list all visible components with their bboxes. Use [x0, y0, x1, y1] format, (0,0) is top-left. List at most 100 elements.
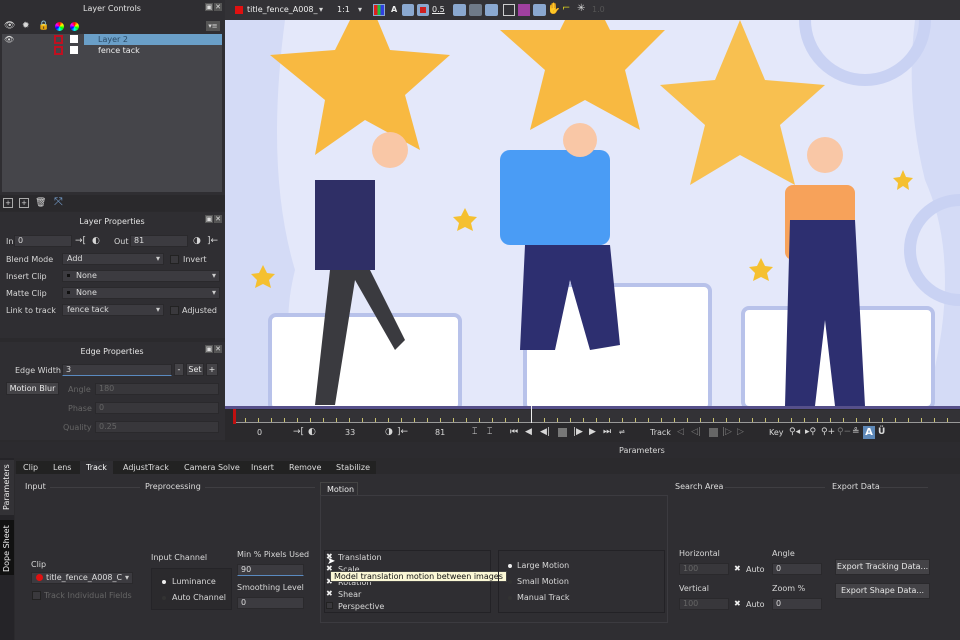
bounding-box-icon[interactable] [503, 4, 515, 16]
tab-clip[interactable]: Clip [17, 461, 45, 474]
matte-clip-select[interactable]: None [62, 287, 220, 299]
go-to-in-icon[interactable]: →[ [293, 427, 304, 437]
overlay-icon[interactable] [402, 4, 414, 16]
viewer-canvas[interactable] [225, 20, 960, 406]
play-forward-icon[interactable]: ▶ [589, 427, 596, 437]
remove-key-icon[interactable]: ⚲− [837, 427, 851, 437]
layer-menu-icon[interactable]: ▾≡ [206, 21, 220, 31]
compare-icon[interactable] [469, 4, 482, 16]
small-motion-radio[interactable] [508, 580, 512, 584]
chevron-down-icon[interactable]: ▾ [319, 5, 323, 15]
timeline-start-marker[interactable] [233, 409, 236, 424]
step-back-icon[interactable]: ◀| [540, 427, 550, 437]
gear-icon[interactable]: ✹ [22, 21, 30, 31]
timeline-playhead[interactable] [531, 406, 533, 423]
tab-lens[interactable]: Lens [47, 461, 78, 474]
add-key-icon[interactable]: ⚲+ [821, 427, 835, 437]
range-in-icon[interactable]: ⌶ [472, 427, 477, 437]
shear-checkbox[interactable]: ✖ [326, 590, 333, 598]
track-stop-button[interactable] [709, 428, 718, 437]
invert-checkbox[interactable] [170, 255, 179, 264]
float-icon[interactable]: ▣ [205, 345, 213, 353]
new-layer-icon[interactable]: + [3, 198, 13, 208]
angle-field[interactable]: 0 [772, 563, 822, 575]
tab-insert[interactable]: Insert [245, 461, 280, 474]
side-tab-dope-sheet[interactable]: Dope Sheet [0, 520, 14, 575]
close-icon[interactable]: ✕ [214, 215, 222, 223]
stop-button[interactable] [558, 428, 567, 437]
last-frame-icon[interactable]: ⏭ [603, 427, 611, 437]
next-key-icon[interactable]: ▸⚲ [805, 427, 816, 437]
layer-row[interactable]: fence tack [2, 45, 222, 56]
quality-field[interactable]: 0.25 [95, 421, 219, 433]
go-to-out-icon[interactable]: ]← [397, 427, 408, 437]
layer-name[interactable]: fence tack [84, 45, 222, 56]
close-icon[interactable]: ✕ [214, 3, 222, 11]
layer-name[interactable]: Layer 2 [84, 34, 222, 45]
clip-select[interactable]: title_fence_A008_C [31, 572, 133, 584]
opacity-value[interactable]: 0.5 [432, 5, 445, 14]
side-tab-parameters[interactable]: Parameters [0, 460, 14, 515]
play-backward-icon[interactable]: ◀ [525, 427, 532, 437]
tab-remove[interactable]: Remove [283, 461, 328, 474]
large-motion-radio[interactable] [508, 564, 512, 568]
motion-blur-button[interactable]: Motion Blur [6, 382, 59, 395]
set-in-icon[interactable]: →[ [75, 236, 86, 246]
insert-clip-select[interactable]: None [62, 270, 220, 282]
keyframe-icon[interactable]: ◐ [92, 236, 100, 246]
layer-visibility-box[interactable] [70, 35, 78, 43]
motion-tab[interactable]: Motion [320, 482, 358, 496]
step-forward-icon[interactable]: |▶ [573, 427, 583, 437]
layer-color-swatch[interactable] [54, 35, 63, 44]
track-step-back-icon[interactable]: ◁| [691, 427, 701, 437]
spline-icon[interactable] [485, 4, 498, 16]
magnify-icon[interactable] [533, 4, 546, 16]
layer-row[interactable]: 👁 Layer 2 [2, 34, 222, 45]
eye-icon[interactable]: 👁 [4, 35, 14, 45]
track-forward-icon[interactable]: ▷ [737, 427, 744, 437]
prev-key-icon[interactable]: ⚲◂ [789, 427, 800, 437]
smoothing-level-field[interactable]: 0 [237, 597, 304, 609]
track-backward-icon[interactable]: ◁ [677, 427, 684, 437]
auto-channel-radio[interactable] [162, 596, 166, 600]
float-icon[interactable]: ▣ [205, 215, 213, 223]
edge-width-plus-button[interactable]: + [206, 363, 218, 376]
phase-field[interactable]: 0 [95, 402, 219, 414]
vertical-auto-checkbox[interactable]: ✖ [734, 600, 741, 608]
track-step-forward-icon[interactable]: |▷ [722, 427, 732, 437]
color-wheel-icon[interactable] [55, 22, 64, 31]
out-field[interactable]: 81 [130, 235, 188, 247]
hand-icon[interactable]: ✋ [547, 3, 561, 14]
duplicate-layer-icon[interactable]: + [19, 198, 29, 208]
brightness-icon[interactable]: ✳ [577, 4, 585, 14]
blend-mode-select[interactable]: Add [62, 253, 164, 265]
horizontal-field[interactable]: 100 [679, 563, 729, 575]
perspective-checkbox[interactable] [326, 602, 333, 609]
loop-icon[interactable]: ⇌ [619, 427, 625, 437]
mask-icon[interactable] [417, 4, 429, 16]
edge-width-set-button[interactable]: Set [186, 363, 204, 376]
current-frame[interactable]: 33 [345, 428, 355, 437]
keyframe-icon[interactable]: ◑ [385, 427, 393, 437]
alpha-channel-button[interactable]: A [391, 5, 397, 14]
chevron-down-icon[interactable]: ▾ [358, 5, 362, 15]
export-tracking-data-button[interactable]: Export Tracking Data... [835, 559, 930, 575]
start-frame[interactable]: 0 [257, 428, 262, 437]
close-icon[interactable]: ✕ [214, 345, 222, 353]
vertical-field[interactable]: 100 [679, 598, 729, 610]
zoom-select[interactable]: 1:1 [337, 5, 350, 14]
range-out-icon[interactable]: ⌶ [487, 427, 492, 437]
tab-adjusttrack[interactable]: AdjustTrack [117, 461, 175, 474]
trash-icon[interactable]: 🗑 [35, 198, 46, 208]
luminance-radio[interactable] [162, 580, 166, 584]
monitor-icon[interactable] [453, 4, 466, 16]
tab-camera-solve[interactable]: Camera Solve [178, 461, 246, 474]
tab-track[interactable]: Track [80, 461, 113, 474]
angle-field[interactable]: 180 [95, 383, 219, 395]
zoom-field[interactable]: 0 [772, 598, 822, 610]
in-field[interactable]: 0 [14, 235, 72, 247]
fit-icon[interactable]: ⤧ [54, 196, 63, 207]
color-swatch-icon[interactable] [518, 4, 530, 16]
edge-width-minus-button[interactable]: - [174, 363, 184, 376]
keyframe-icon[interactable]: ◐ [308, 427, 316, 437]
